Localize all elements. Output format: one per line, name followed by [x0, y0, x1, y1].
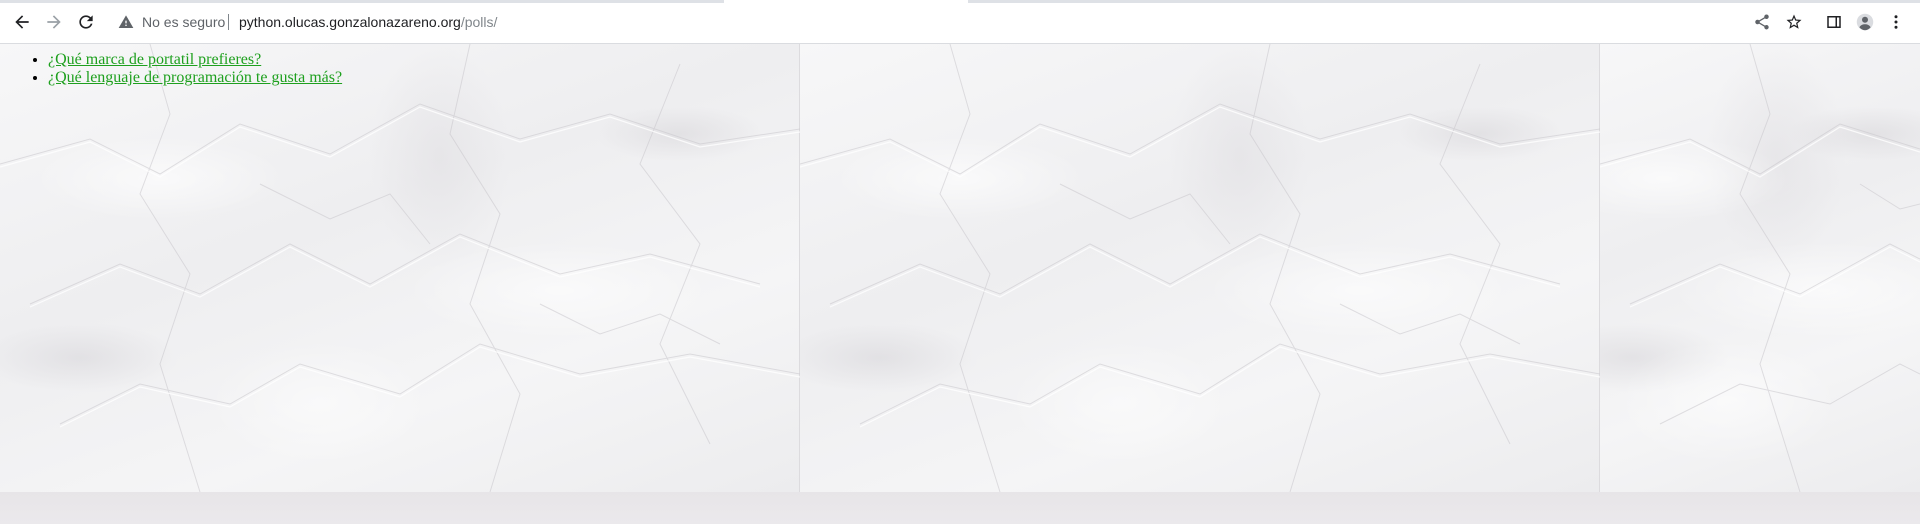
- paper-wrinkles: [0, 44, 800, 492]
- paper-background-tile: [1600, 44, 1920, 492]
- bookmark-button[interactable]: [1784, 12, 1804, 32]
- page-viewport: ¿Qué marca de portatil prefieres? ¿Qué l…: [0, 44, 1920, 524]
- paper-background-tile: [0, 44, 800, 492]
- reload-icon: [79, 15, 93, 29]
- paper-wrinkles: [800, 44, 1600, 492]
- omnibox-divider: [228, 14, 229, 30]
- side-panel-button[interactable]: [1824, 12, 1844, 32]
- paper-background-tile: [800, 44, 1600, 492]
- share-button[interactable]: [1752, 12, 1772, 32]
- poll-list: ¿Qué marca de portatil prefieres? ¿Qué l…: [48, 51, 342, 87]
- poll-link-programming-language[interactable]: ¿Qué lenguaje de programación te gusta m…: [48, 69, 342, 86]
- url-text[interactable]: python.olucas.gonzalonazareno.org/polls/: [239, 14, 497, 30]
- side-panel-icon: [1827, 16, 1841, 28]
- back-button[interactable]: [11, 11, 33, 33]
- poll-list-item: ¿Qué marca de portatil prefieres?: [48, 51, 342, 69]
- browser-toolbar: No es seguro python.olucas.gonzalonazare…: [0, 0, 1920, 44]
- profile-icon: [1856, 13, 1874, 31]
- share-icon: [1755, 14, 1769, 30]
- warning-triangle-icon[interactable]: [118, 14, 134, 30]
- address-bar[interactable]: No es seguro python.olucas.gonzalonazare…: [108, 6, 1756, 38]
- tab-strip: [0, 0, 1920, 3]
- star-icon: [1786, 14, 1802, 29]
- forward-button[interactable]: [43, 11, 65, 33]
- url-path: /polls/: [460, 14, 498, 30]
- kebab-menu-icon: [1894, 15, 1898, 29]
- poll-list-item: ¿Qué lenguaje de programación te gusta m…: [48, 69, 342, 87]
- reload-button[interactable]: [75, 11, 97, 33]
- arrow-back-icon: [15, 15, 29, 29]
- menu-button[interactable]: [1886, 12, 1906, 32]
- arrow-forward-icon: [47, 15, 61, 29]
- poll-link-laptop-brand[interactable]: ¿Qué marca de portatil prefieres?: [48, 51, 261, 68]
- security-status-label[interactable]: No es seguro: [142, 14, 225, 30]
- active-tab[interactable]: [724, 0, 968, 3]
- url-host: python.olucas.gonzalonazareno.org: [239, 14, 461, 30]
- profile-button[interactable]: [1855, 12, 1875, 32]
- paper-background-row: [0, 492, 1920, 524]
- paper-wrinkles: [1600, 44, 1920, 492]
